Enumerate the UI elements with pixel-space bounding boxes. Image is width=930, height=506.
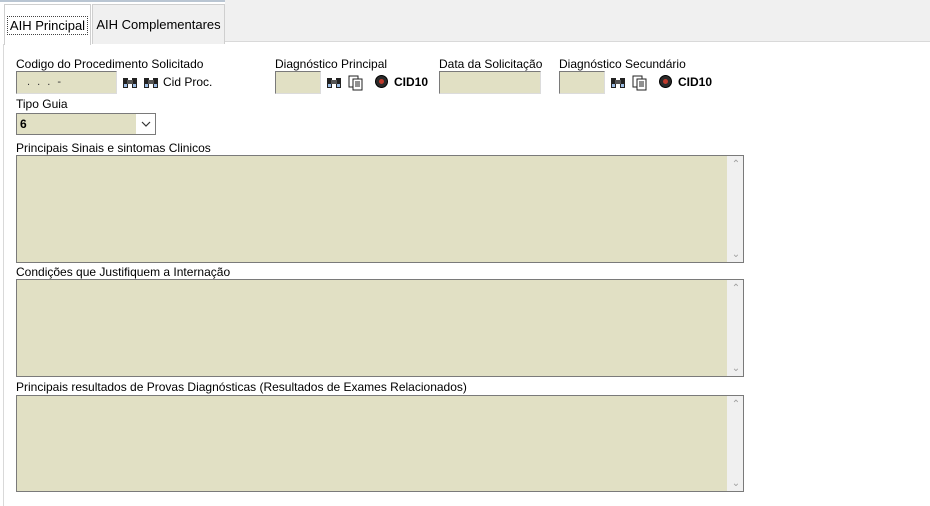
scrollbar[interactable]: ⌃ ⌄ (727, 396, 743, 491)
tipo-guia-value: 6 (20, 117, 27, 131)
tab-aih-principal-label: AIH Principal (6, 15, 89, 35)
diagnostico-principal-input[interactable] (275, 71, 321, 94)
sinais-sintomas-label: Principais Sinais e sintomas Clinicos (16, 141, 211, 155)
binoculars-icon[interactable] (122, 75, 138, 91)
tab-aih-complementares-label: AIH Complementares (96, 17, 221, 32)
scroll-down-icon[interactable]: ⌄ (728, 360, 744, 376)
binoculars-icon[interactable] (610, 75, 626, 91)
cid10-principal-label: CID10 (394, 75, 429, 89)
binoculars-icon[interactable] (326, 75, 342, 91)
scroll-down-icon[interactable]: ⌄ (728, 475, 744, 491)
codigo-procedimento-input[interactable]: . . . - (16, 71, 117, 94)
condicoes-textarea[interactable]: ⌃ ⌄ (16, 279, 744, 377)
cid10-secundario-label: CID10 (678, 75, 713, 89)
scroll-up-icon[interactable]: ⌃ (728, 156, 744, 172)
tab-aih-complementares[interactable]: AIH Complementares (92, 4, 225, 44)
cid10-secundario-radio[interactable] (659, 75, 672, 88)
tab-strip-line (225, 41, 930, 42)
tab-bar: AIH Principal AIH Complementares (0, 2, 930, 45)
binoculars-icon[interactable] (143, 75, 159, 91)
cid10-principal-radio[interactable] (375, 75, 388, 88)
chevron-down-icon[interactable] (136, 114, 155, 134)
codigo-procedimento-value: . . . - (27, 76, 63, 88)
panel-left-border (3, 44, 4, 506)
tipo-guia-label: Tipo Guia (16, 97, 68, 111)
condicoes-label: Condições que Justifiquem a Internação (16, 265, 231, 279)
copy-pages-icon[interactable] (348, 75, 364, 91)
resultados-label: Principais resultados de Provas Diagnóst… (16, 380, 467, 394)
cid-proc-label[interactable]: Cid Proc. (163, 75, 212, 89)
copy-pages-icon[interactable] (632, 75, 648, 91)
scrollbar[interactable]: ⌃ ⌄ (727, 156, 743, 262)
tab-aih-principal[interactable]: AIH Principal (4, 4, 91, 45)
scroll-up-icon[interactable]: ⌃ (728, 280, 744, 296)
data-solicitacao-label: Data da Solicitação (439, 57, 543, 71)
diagnostico-principal-label: Diagnóstico Principal (275, 57, 388, 71)
data-solicitacao-input[interactable] (439, 71, 541, 94)
codigo-procedimento-label: Codigo do Procedimento Solicitado (16, 57, 204, 71)
scrollbar[interactable]: ⌃ ⌄ (727, 280, 743, 376)
diagnostico-secundario-input[interactable] (559, 71, 605, 94)
scroll-up-icon[interactable]: ⌃ (728, 396, 744, 412)
sinais-sintomas-textarea[interactable]: ⌃ ⌄ (16, 155, 744, 263)
tipo-guia-select[interactable]: 6 (16, 113, 156, 135)
scroll-down-icon[interactable]: ⌄ (728, 246, 744, 262)
resultados-textarea[interactable]: ⌃ ⌄ (16, 395, 744, 492)
diagnostico-secundario-label: Diagnóstico Secundário (559, 57, 686, 71)
